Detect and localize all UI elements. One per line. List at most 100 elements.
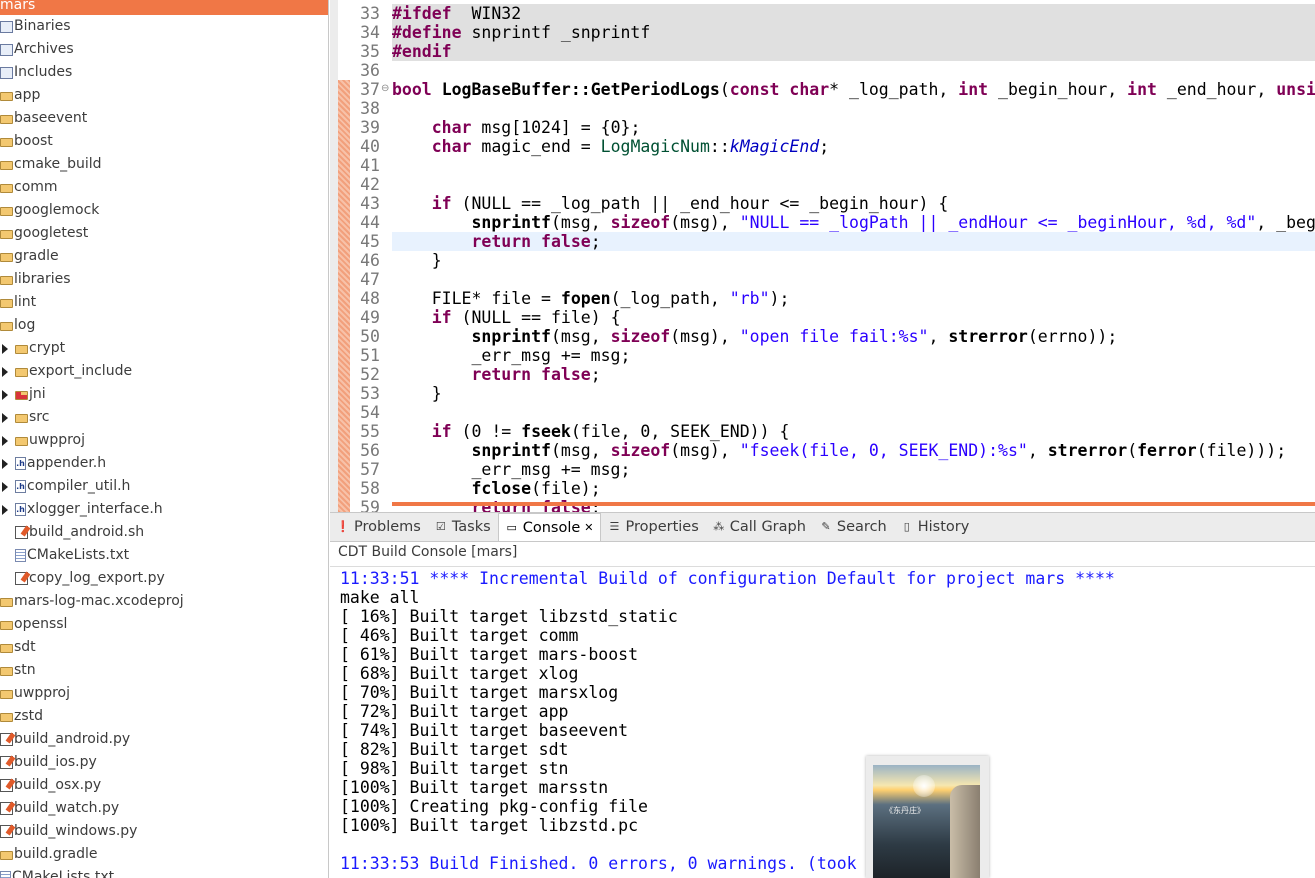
expand-arrow-icon[interactable] (2, 413, 8, 423)
console-title: CDT Build Console [mars] (338, 544, 518, 560)
tree-item[interactable]: gradle (0, 245, 59, 268)
image-preview-popup[interactable]: 《东丹庄》 (866, 756, 989, 878)
line-number: 53 (360, 384, 380, 403)
code-token: int (958, 80, 989, 99)
tree-item[interactable]: googletest (0, 222, 88, 245)
tree-item-label: uwpproj (29, 432, 85, 448)
expand-arrow-icon[interactable] (2, 344, 8, 354)
code-token: sizeof (610, 327, 671, 346)
fold-toggle-icon[interactable]: ⊖ (381, 83, 389, 94)
expand-arrow-icon[interactable] (2, 505, 8, 515)
tree-item[interactable]: build_android.py (0, 728, 130, 751)
tree-item[interactable]: crypt (2, 337, 65, 360)
code-token: _end_hour, (1156, 80, 1277, 99)
code-line: return false; (392, 365, 1315, 384)
tree-item[interactable]: boost (0, 130, 53, 153)
editor-highlight-bar (392, 502, 1315, 506)
script-file-icon (0, 733, 13, 746)
tree-item[interactable]: copy_log_export.py (15, 567, 165, 590)
tree-item-label: gradle (14, 248, 59, 264)
expand-arrow-icon[interactable] (2, 390, 8, 400)
tree-item[interactable]: export_include (2, 360, 132, 383)
folder-icon (0, 851, 13, 860)
tree-item[interactable]: uwpproj (2, 429, 85, 452)
tab-problems[interactable]: ❗ Problems (330, 513, 428, 541)
tree-item[interactable]: googlemock (0, 199, 99, 222)
tab-label: Properties (625, 519, 699, 535)
code-line: return false; (392, 232, 1315, 251)
tree-item[interactable]: build.gradle (0, 843, 98, 866)
tree-item-label: build_android.sh (29, 524, 145, 540)
tab-history[interactable]: ▯ History (894, 513, 977, 541)
tree-item[interactable]: build_watch.py (0, 797, 119, 820)
tree-item[interactable]: sdt (0, 636, 36, 659)
tree-item[interactable]: .h appender.h (2, 452, 106, 475)
tab-console[interactable]: ▭ Console ✕ (497, 513, 602, 542)
expand-arrow-icon[interactable] (2, 367, 8, 377)
tree-item[interactable]: log (0, 314, 35, 337)
tree-item[interactable]: libraries (0, 268, 71, 291)
tree-item[interactable]: .h compiler_util.h (2, 475, 130, 498)
folder-icon (0, 230, 13, 239)
binaries-icon (0, 20, 13, 33)
code-token: (NULL == file) { (451, 308, 621, 327)
console-output[interactable]: 11:33:51 **** Incremental Build of confi… (330, 566, 1315, 878)
line-number: 34 (360, 23, 380, 42)
tree-item[interactable]: build_windows.py (0, 820, 137, 843)
tree-item-label: copy_log_export.py (29, 570, 165, 586)
tree-item[interactable]: Includes (0, 61, 72, 84)
tree-item-mars-root[interactable]: mars (0, 0, 328, 15)
close-tab-icon[interactable]: ✕ (584, 514, 593, 542)
thumbnail-image: 《东丹庄》 (873, 765, 980, 878)
tree-item-label: build_ios.py (14, 754, 97, 770)
code-token: FILE* file = (392, 289, 561, 308)
tree-item[interactable]: comm (0, 176, 58, 199)
code-token: ( (719, 80, 730, 99)
code-editor[interactable]: 33 #ifdef WIN32 34 #define snprintf _snprin… (330, 0, 1315, 512)
tree-item[interactable]: .h xlogger_interface.h (2, 498, 163, 521)
tree-item[interactable]: Binaries (0, 15, 71, 38)
tree-item-label: Archives (14, 41, 74, 57)
code-line: snprintf(msg, sizeof(msg), "open file fa… (392, 327, 1315, 346)
tree-item[interactable]: cmake_build (0, 153, 102, 176)
tree-item[interactable]: zstd (0, 705, 43, 728)
tree-item[interactable]: stn (0, 659, 36, 682)
line-number: 47 (360, 270, 380, 289)
archives-icon (0, 43, 13, 56)
tree-item[interactable]: CMakeLists.txt (0, 866, 114, 878)
tree-item[interactable]: openssl (0, 613, 67, 636)
tree-item[interactable]: CMakeLists.txt (15, 544, 129, 567)
tree-item[interactable]: uwpproj (0, 682, 70, 705)
tree-item-label: xlogger_interface.h (27, 501, 163, 517)
expand-arrow-icon[interactable] (2, 459, 8, 469)
tree-item-label: sdt (14, 639, 36, 655)
tree-item[interactable]: build_osx.py (0, 774, 101, 797)
tree-item[interactable]: Archives (0, 38, 74, 61)
tree-item[interactable]: jni (2, 383, 46, 406)
tree-item[interactable]: app (0, 84, 40, 107)
tree-item[interactable]: build_ios.py (0, 751, 97, 774)
code-token: _err_msg += msg; (392, 346, 631, 365)
console-line: [100%] Creating pkg-config file (340, 797, 648, 816)
expand-arrow-icon[interactable] (2, 436, 8, 446)
tab-call-graph[interactable]: ⁂ Call Graph (706, 513, 813, 541)
tree-item[interactable]: baseevent (0, 107, 87, 130)
code-token: ferror (1137, 441, 1197, 460)
tree-item[interactable]: lint (0, 291, 36, 314)
expand-arrow-icon[interactable] (2, 482, 8, 492)
tab-tasks[interactable]: ☑ Tasks (428, 513, 498, 541)
code-token: :: (709, 137, 730, 156)
tree-item[interactable]: src (2, 406, 49, 429)
tree-item[interactable]: mars-log-mac.xcodeproj (0, 590, 184, 613)
tree-item[interactable]: build_android.sh (15, 521, 144, 544)
folder-icon (0, 598, 13, 607)
line-number: 35 (360, 42, 380, 61)
tab-search[interactable]: ✎ Search (813, 513, 894, 541)
tree-item-label: libraries (14, 271, 71, 287)
tab-properties[interactable]: ☰ Properties (601, 513, 705, 541)
folder-icon (0, 667, 13, 676)
folder-icon (15, 368, 28, 377)
